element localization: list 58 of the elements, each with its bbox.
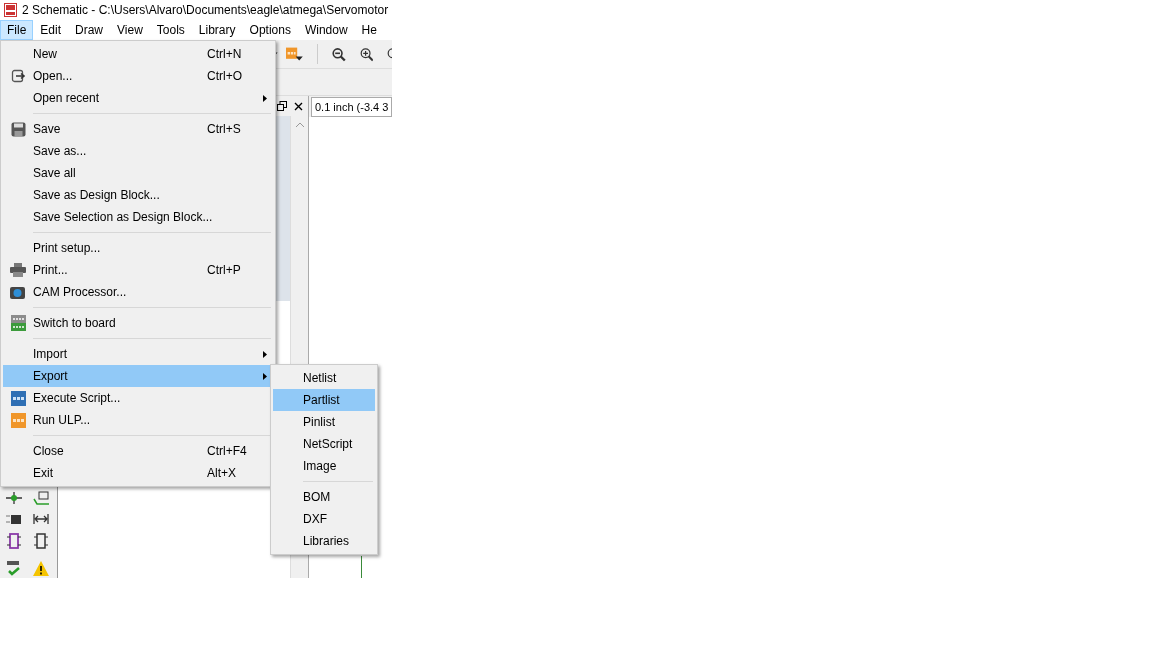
menu[interactable]: Window <box>297 20 355 40</box>
window-title: 2 Schematic - C:\Users\Alvaro\Documents\eagle\atmega\Servomotor <box>22 3 389 17</box>
label-icon[interactable] <box>32 491 49 505</box>
gate-icon[interactable] <box>33 532 48 550</box>
menu-item[interactable]: DXF <box>273 508 375 530</box>
menu[interactable]: He <box>354 20 384 40</box>
menu[interactable]: File <box>0 20 34 40</box>
menu-item[interactable]: CAM Processor... <box>3 281 273 303</box>
ulp-icon <box>10 412 26 428</box>
menu-item[interactable]: New Ctrl+N <box>3 43 273 65</box>
menu-item[interactable]: Netlist <box>273 367 375 389</box>
menu-item[interactable]: Print... Ctrl+P <box>3 259 273 281</box>
attribute-icon[interactable] <box>5 512 22 526</box>
erc-icon[interactable] <box>5 560 22 576</box>
menu-item[interactable]: Image <box>273 455 375 477</box>
menu-item[interactable]: Save as Design Block... <box>3 184 273 206</box>
menu[interactable]: Tools <box>149 20 192 40</box>
menu-item[interactable]: Switch to board <box>3 312 273 334</box>
ulp-toolbar-icon[interactable] <box>285 46 304 62</box>
net-line <box>361 556 362 578</box>
menu-item[interactable]: Run ULP... <box>3 409 273 431</box>
menu-item[interactable]: Save as... <box>3 140 273 162</box>
menu-item[interactable]: Close Ctrl+F4 <box>3 440 273 462</box>
save-icon <box>10 121 26 137</box>
menu[interactable]: Library <box>191 20 243 40</box>
printer-icon <box>10 263 26 277</box>
menu-item[interactable]: Save Ctrl+S <box>3 118 273 140</box>
menu-item[interactable]: NetScript <box>273 433 375 455</box>
menu-item[interactable]: Open recent <box>3 87 273 109</box>
menu-item[interactable]: Print setup... <box>3 237 273 259</box>
schematic-board-icon <box>10 315 26 331</box>
part-icon[interactable] <box>6 532 21 550</box>
restore-button[interactable] <box>274 98 289 114</box>
menu-item[interactable]: Export <box>3 365 273 387</box>
menu[interactable]: View <box>110 20 150 40</box>
open-icon <box>11 69 25 83</box>
coordinate-field[interactable]: 0.1 inch (-3.4 3 <box>311 97 392 117</box>
menu-item[interactable]: Pinlist <box>273 411 375 433</box>
menu-item[interactable]: Save Selection as Design Block... <box>3 206 273 228</box>
menu-item[interactable]: Import <box>3 343 273 365</box>
junction-icon[interactable] <box>5 490 22 506</box>
menu[interactable]: Draw <box>68 20 111 40</box>
menu-item[interactable]: Partlist <box>273 389 375 411</box>
menu[interactable]: Options <box>242 20 298 40</box>
camera-icon <box>10 285 26 299</box>
menu[interactable]: Edit <box>33 20 69 40</box>
menu-item[interactable]: BOM <box>273 486 375 508</box>
app-icon <box>4 3 17 17</box>
dimension-icon[interactable] <box>32 514 49 524</box>
zoom-out-icon[interactable] <box>332 45 346 63</box>
warning-icon[interactable] <box>32 560 49 576</box>
zoom-in-icon[interactable] <box>359 45 374 63</box>
menu-item[interactable]: Open... Ctrl+O <box>3 65 273 87</box>
script-icon <box>10 390 26 406</box>
menu-item[interactable]: Libraries <box>273 530 375 552</box>
menu-item[interactable]: Save all <box>3 162 273 184</box>
menu-item[interactable]: Exit Alt+X <box>3 462 273 484</box>
menu-item[interactable]: Execute Script... <box>3 387 273 409</box>
